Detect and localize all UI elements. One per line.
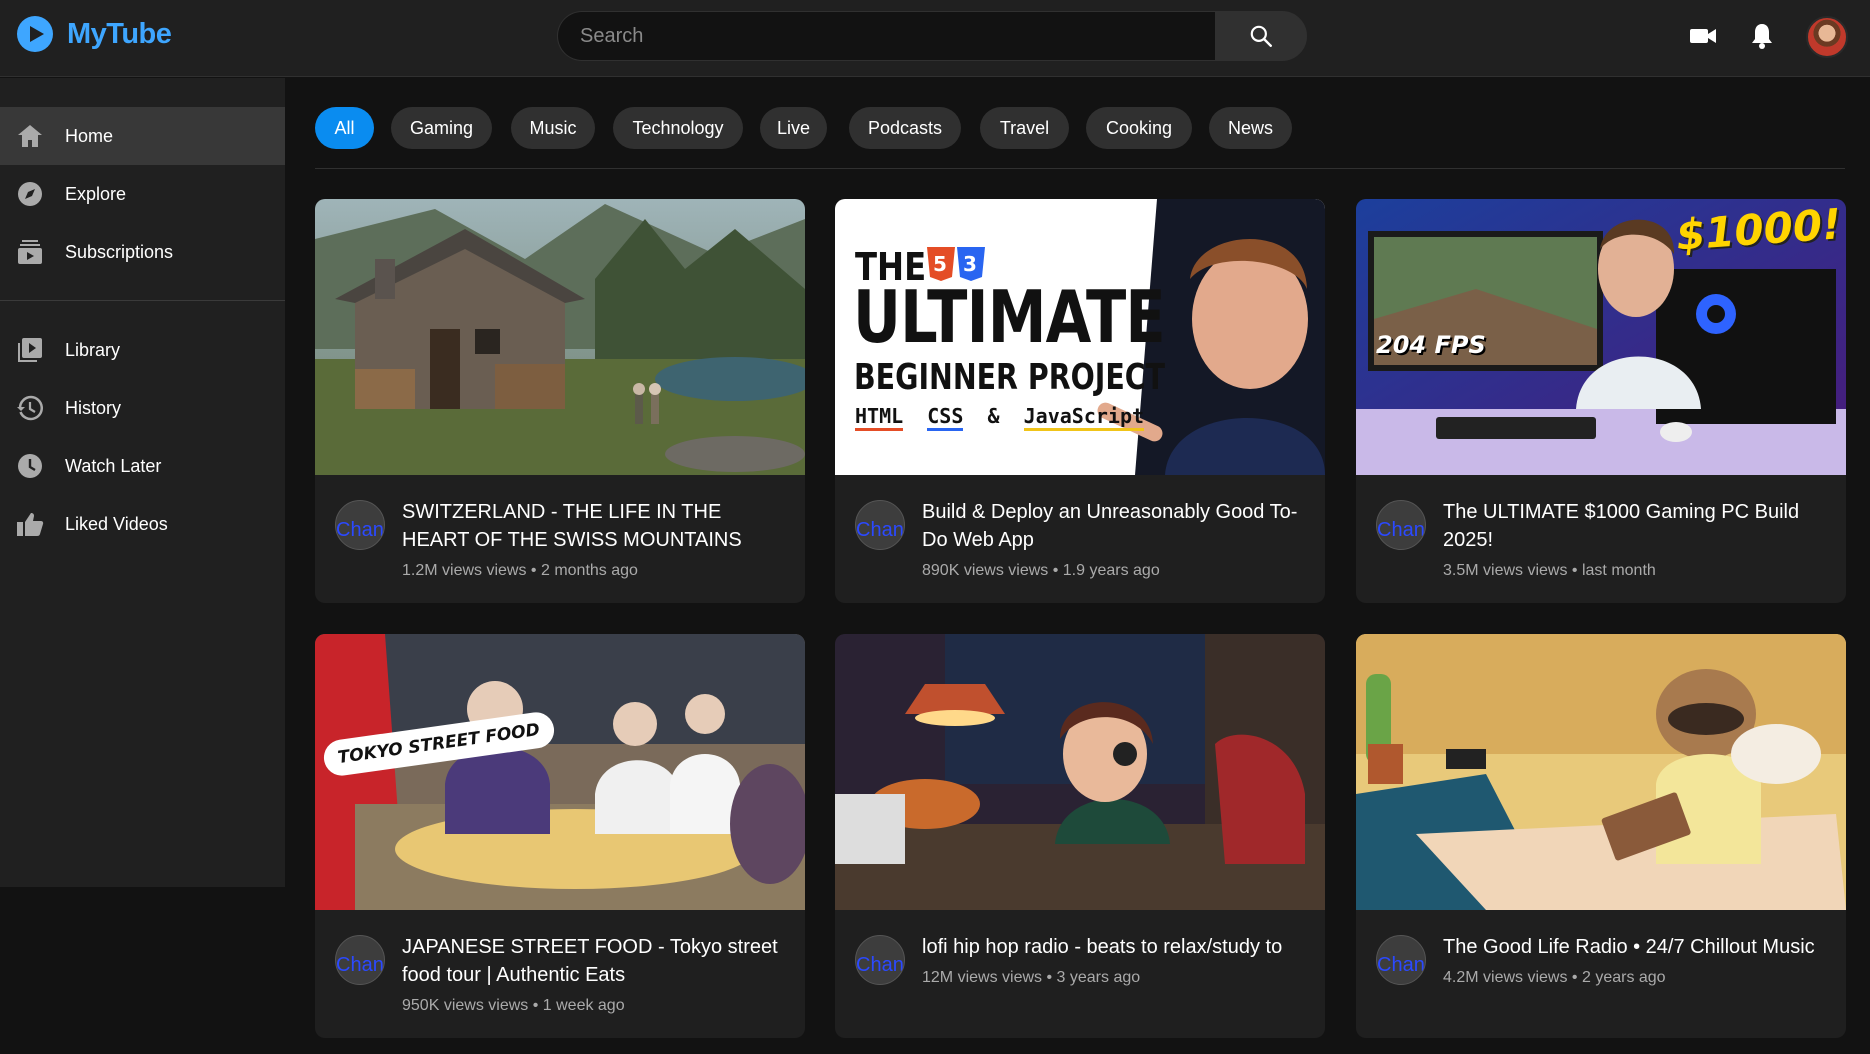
chip-label: All [334,117,355,138]
chip-podcasts[interactable]: Podcasts [849,107,961,149]
chip-travel[interactable]: Travel [980,107,1069,149]
video-card[interactable]: Chan The Good Life Radio • 24/7 Chillout… [1356,634,1846,1038]
thumb-text-js: JavaScript [1023,404,1145,431]
top-header: MyTube [0,0,1870,77]
video-stats: 4.2M views views • 2 years ago [1443,969,1666,986]
thumb-text-fps: 204 FPS [1376,331,1486,359]
chip-cooking[interactable]: Cooking [1086,107,1192,149]
thumb-text-amp: & [987,404,1000,428]
sidebar-divider [0,300,285,301]
search-button[interactable] [1215,11,1307,61]
video-camera-icon[interactable] [1689,24,1717,48]
video-stats: 12M views views • 3 years ago [922,969,1141,986]
video-title[interactable]: lofi hip hop radio - beats to relax/stud… [922,933,1312,961]
sidebar-item-explore[interactable]: Explore [0,165,285,223]
chip-label: Gaming [409,117,474,138]
home-icon [16,122,44,150]
video-card[interactable]: Chan SWITZERLAND - THE LIFE IN THE HEART… [315,199,805,603]
channel-avatar[interactable]: Chan [335,935,385,985]
compass-icon [16,180,44,208]
history-icon [16,394,44,422]
chip-label: Music [529,117,577,138]
svg-text:3: 3 [963,252,977,276]
library-icon [16,336,44,364]
video-card[interactable]: Chan lofi hip hop radio - beats to relax… [835,634,1325,1038]
search-bar [557,11,1307,61]
clock-icon [16,452,44,480]
sidebar-item-label: History [65,397,122,418]
video-card[interactable]: $1000! 204 FPS Chan The ULTIMATE $1000 G… [1356,199,1846,603]
video-stats: 3.5M views views • last month [1443,562,1656,579]
thumb-text-css: CSS [927,404,964,431]
channel-avatar-alt: Chan [1377,519,1425,541]
video-title[interactable]: Build & Deploy an Unreasonably Good To-D… [922,498,1312,554]
chip-music[interactable]: Music [511,107,595,149]
video-thumbnail[interactable] [835,634,1325,910]
chip-label: Travel [999,117,1050,138]
video-thumbnail[interactable]: TOKYO STREET FOOD [315,634,805,910]
sidebar-item-subscriptions[interactable]: Subscriptions [0,223,285,281]
video-thumbnail[interactable]: $1000! 204 FPS [1356,199,1846,475]
channel-avatar-alt: Chan [1377,954,1425,976]
video-card[interactable]: TOKYO STREET FOOD Chan JAPANESE STREET F… [315,634,805,1038]
thumb-text-ultimate: ULTIMATE [853,275,1166,359]
chip-label: News [1227,117,1273,138]
sidebar-item-home[interactable]: Home [0,107,285,165]
video-title[interactable]: The Good Life Radio • 24/7 Chillout Musi… [1443,933,1833,961]
subscriptions-icon [16,238,44,266]
sidebar-item-label: Explore [65,183,127,204]
sidebar: Home Explore Subscriptions Library Histo… [0,78,285,887]
sidebar-item-label: Watch Later [65,455,162,476]
thumbs-up-icon [16,510,44,538]
video-title[interactable]: The ULTIMATE $1000 Gaming PC Build 2025! [1443,498,1833,554]
thumb-text-beginner: BEGINNER PROJECT [854,357,1166,398]
video-title[interactable]: JAPANESE STREET FOOD - Tokyo street food… [402,933,792,989]
video-thumbnail[interactable] [1356,634,1846,910]
search-input[interactable] [557,11,1216,61]
sidebar-item-library[interactable]: Library [0,321,285,379]
channel-avatar-alt: Chan [336,519,384,541]
channel-avatar-alt: Chan [856,519,904,541]
user-avatar[interactable] [1806,16,1848,58]
channel-avatar-alt: Chan [336,954,384,976]
chip-news[interactable]: News [1209,107,1292,149]
chip-label: Cooking [1105,117,1173,138]
sidebar-item-label: Liked Videos [65,513,168,534]
svg-text:5: 5 [933,252,947,276]
video-stats: 1.2M views views • 2 months ago [402,562,638,579]
chip-all[interactable]: All [315,107,374,149]
video-stats: 950K views views • 1 week ago [402,997,625,1014]
chip-live[interactable]: Live [760,107,827,149]
channel-avatar[interactable]: Chan [335,500,385,550]
channel-avatar[interactable]: Chan [1376,935,1426,985]
video-title[interactable]: SWITZERLAND - THE LIFE IN THE HEART OF T… [402,498,792,554]
thumb-text-html: HTML [855,404,904,431]
sidebar-item-watch-later[interactable]: Watch Later [0,437,285,495]
chips-divider [315,168,1845,169]
app-logo[interactable]: MyTube [17,16,172,52]
chip-label: Technology [632,117,724,138]
sidebar-item-history[interactable]: History [0,379,285,437]
channel-avatar[interactable]: Chan [855,500,905,550]
thumb-text-stack: HTML CSS & JavaScript [855,404,1145,431]
sidebar-item-label: Subscriptions [65,241,174,262]
play-logo-icon [17,16,53,52]
search-icon [1250,25,1273,47]
video-stats: 890K views views • 1.9 years ago [922,562,1160,579]
video-card[interactable]: THE 53 ULTIMATE BEGINNER PROJECT HTML CS… [835,199,1325,603]
app-name: MyTube [67,17,172,50]
chip-gaming[interactable]: Gaming [391,107,492,149]
sidebar-item-label: Library [65,339,121,360]
chip-label: Live [776,117,811,138]
chip-technology[interactable]: Technology [613,107,743,149]
channel-avatar-alt: Chan [856,954,904,976]
video-thumbnail[interactable] [315,199,805,475]
bell-icon[interactable] [1750,22,1774,50]
chip-label: Podcasts [867,117,943,138]
channel-avatar[interactable]: Chan [855,935,905,985]
video-thumbnail[interactable]: THE 53 ULTIMATE BEGINNER PROJECT HTML CS… [835,199,1325,475]
channel-avatar[interactable]: Chan [1376,500,1426,550]
sidebar-item-liked-videos[interactable]: Liked Videos [0,495,285,553]
sidebar-item-label: Home [65,125,114,146]
